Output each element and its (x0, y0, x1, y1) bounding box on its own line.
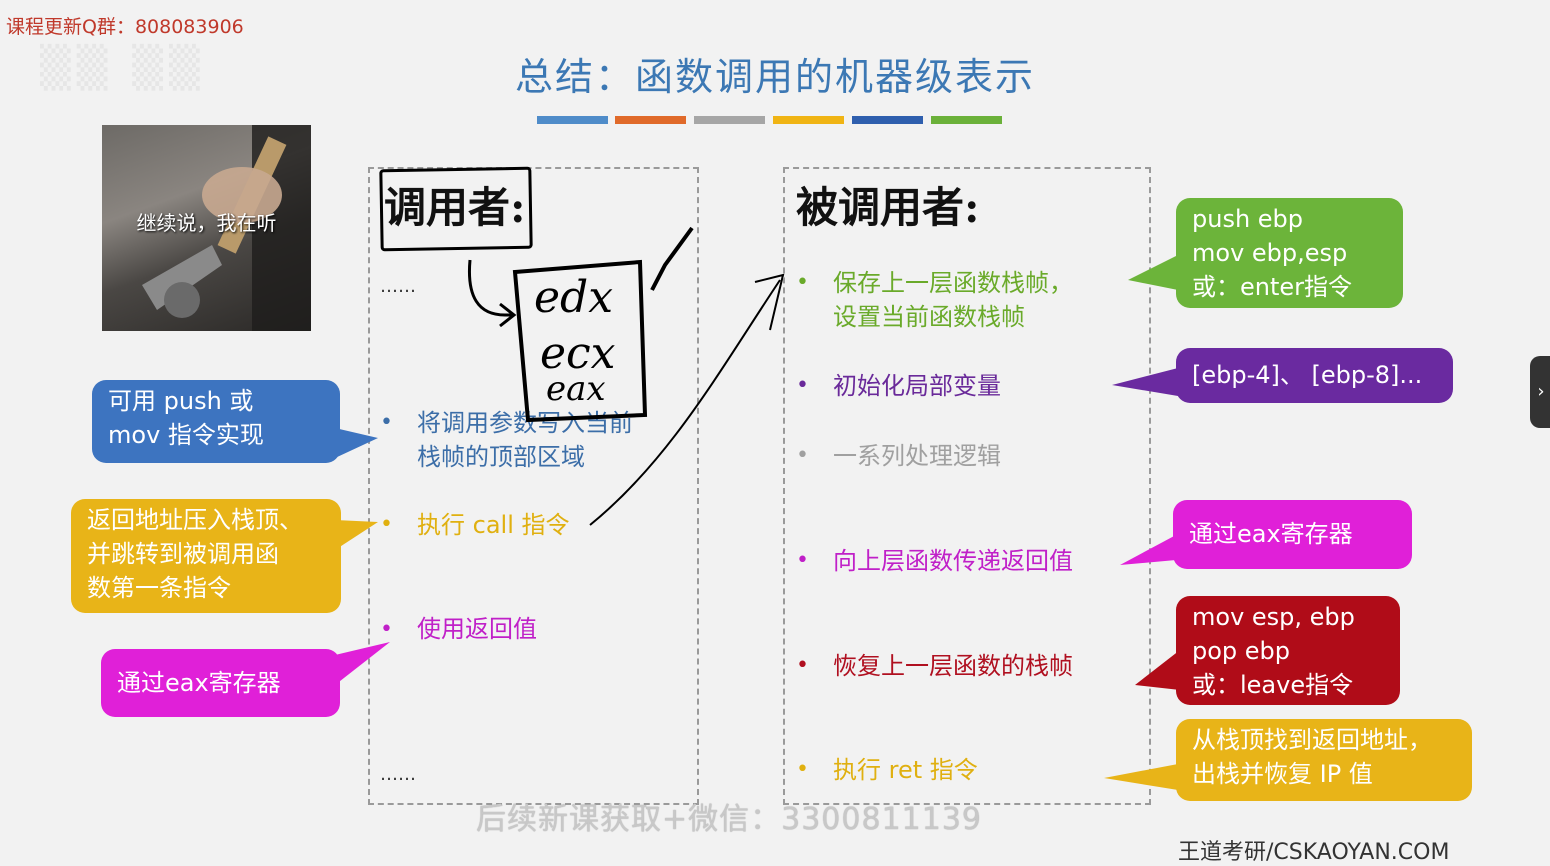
side-panel-toggle[interactable]: › (1530, 356, 1550, 428)
callout-return-address: 返回地址压入栈顶、 并跳转到被调用函 数第一条指令 (71, 499, 341, 613)
callout-push-mov-line2: mov 指令实现 (108, 421, 264, 449)
callout-return-address-line2: 并跳转到被调用函 (87, 540, 279, 568)
brand-footer: 王道考研/CSKAOYAN.COM (1178, 840, 1450, 865)
callout-return-address-line1: 返回地址压入栈顶、 (87, 506, 303, 534)
callout-leave-line3: 或：leave指令 (1192, 671, 1354, 699)
callout-leave-line2: pop ebp (1192, 637, 1291, 665)
callout-push-mov-line1: 可用 push 或 (108, 387, 254, 415)
callout-ebp-offsets: [ebp-4]、 [ebp-8]... (1176, 348, 1453, 403)
callout-ret: 从栈顶找到返回地址， 出栈并恢复 IP 值 (1176, 719, 1472, 801)
callout-push-mov: 可用 push 或 mov 指令实现 (92, 380, 340, 463)
callout-return-address-line3: 数第一条指令 (87, 574, 231, 602)
callout-push-ebp: push ebp mov ebp,esp 或：enter指令 (1176, 198, 1403, 308)
wechat-watermark: 后续新课获取+微信：3300811139 (476, 802, 983, 837)
callout-push-ebp-line3: 或：enter指令 (1192, 273, 1353, 301)
callout-leave-line1: mov esp, ebp (1192, 603, 1355, 631)
callout-ret-line1: 从栈顶找到返回地址， (1192, 726, 1432, 754)
callout-eax-right: 通过eax寄存器 (1173, 500, 1412, 569)
callout-push-ebp-line1: push ebp (1192, 205, 1304, 233)
callout-push-ebp-line2: mov ebp,esp (1192, 239, 1348, 267)
callout-eax-left: 通过eax寄存器 (101, 649, 340, 717)
callout-leave: mov esp, ebp pop ebp 或：leave指令 (1176, 596, 1400, 705)
callout-ret-line2: 出栈并恢复 IP 值 (1192, 760, 1373, 788)
